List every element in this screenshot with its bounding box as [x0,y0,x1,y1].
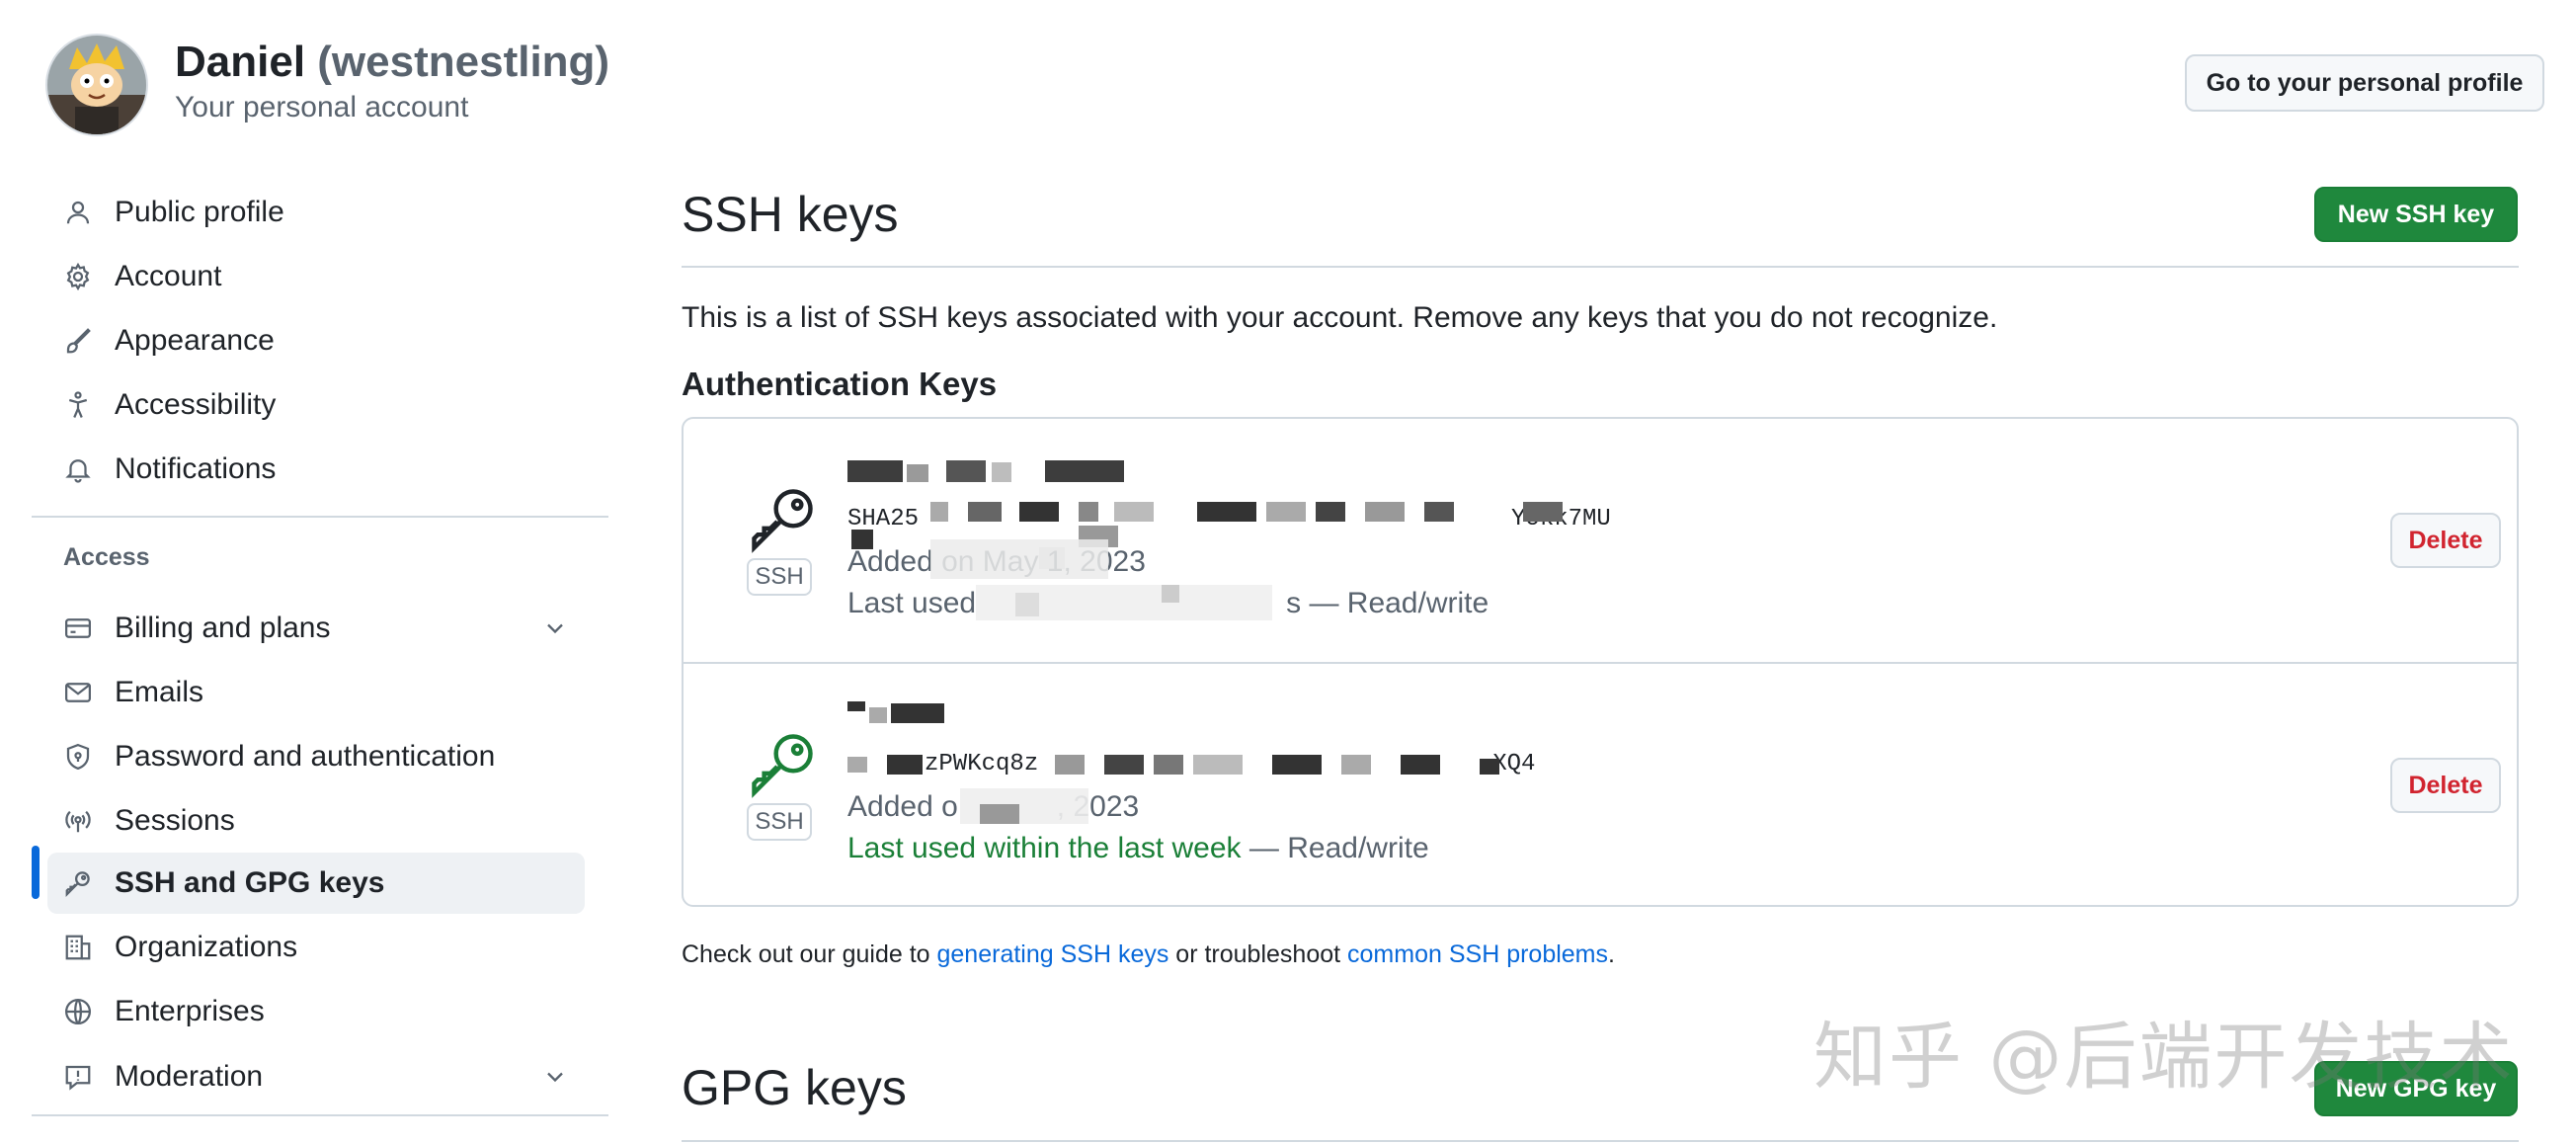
active-indicator [32,846,40,899]
sidebar-item-password[interactable]: Password and authentication [47,726,585,787]
sidebar-item-label: Billing and plans [115,612,331,644]
authentication-keys-heading: Authentication Keys [682,366,998,402]
sidebar-item-appearance[interactable]: Appearance [47,310,585,371]
sidebar-item-label: SSH and GPG keys [115,866,385,899]
key-added-label: Added o [847,790,958,823]
sidebar-item-label: Moderation [115,1060,264,1093]
user-name: Daniel (westnestling) [175,38,609,87]
accessibility-icon [61,388,95,422]
sidebar-item-label: Password and authentication [115,740,496,773]
redacted-added-date [960,788,1098,828]
guide-suffix: . [1608,940,1615,968]
common-ssh-problems-link[interactable]: common SSH problems [1347,940,1608,968]
generating-ssh-keys-link[interactable]: generating SSH keys [937,940,1169,968]
section-divider [682,266,2519,268]
key-last-used: Last used within the last week — Read/wr… [847,832,1429,865]
sidebar-item-label: Appearance [115,324,275,357]
ssh-keys-title: SSH keys [682,187,899,242]
gpg-keys-title: GPG keys [682,1060,907,1115]
person-icon [61,196,95,229]
sidebar-item-sessions[interactable]: Sessions [47,790,585,852]
sidebar-item-label: Emails [115,676,204,708]
sidebar-item-moderation[interactable]: Moderation [47,1046,585,1107]
key-fingerprint-visible: SHA25 [847,506,920,532]
sidebar-item-label: Sessions [115,804,235,837]
key-icon [752,734,813,798]
user-handle: (westnestling) [317,38,610,86]
ssh-badge: SSH [747,803,812,841]
sidebar-item-label: Account [115,260,222,292]
sidebar-item-enterprises[interactable]: Enterprises [47,981,585,1042]
key-last-used-label: Last used within the last week [847,832,1242,864]
ssh-key-row: SSH zPWKcq8z XQ4 Added o, 2023 Last used… [684,662,2517,907]
gear-icon [61,260,95,293]
bell-icon [61,452,95,486]
go-to-profile-button[interactable]: Go to your personal profile [2185,54,2544,112]
ssh-badge: SSH [747,558,812,596]
organization-icon [61,931,95,964]
delete-key-button[interactable]: Delete [2390,513,2501,568]
chevron-down-icon[interactable] [541,614,569,642]
redacted-fingerprint [847,753,1519,782]
sidebar-item-label: Enterprises [115,995,265,1027]
broadcast-icon [61,804,95,838]
sidebar-divider [32,516,608,518]
paintbrush-icon [61,324,95,358]
key-icon [752,489,813,553]
redacted-added-date [930,539,1128,579]
new-ssh-key-button[interactable]: New SSH key [2314,187,2518,242]
sidebar-item-billing[interactable]: Billing and plans [47,598,585,659]
guide-middle: or troubleshoot [1168,940,1348,968]
avatar[interactable] [45,34,148,136]
sidebar-item-ssh-gpg-keys[interactable]: SSH and GPG keys [47,853,585,914]
delete-key-button[interactable]: Delete [2390,758,2501,813]
chevron-down-icon[interactable] [541,1063,569,1091]
sidebar-heading-access: Access [63,543,150,571]
key-access-level: — Read/write [1248,832,1429,864]
report-icon [61,1060,95,1094]
section-divider [682,1140,2519,1142]
sidebar-item-accessibility[interactable]: Accessibility [47,374,585,436]
redacted-last-used [976,585,1292,624]
sidebar-item-label: Accessibility [115,388,277,421]
sidebar-item-label: Notifications [115,452,277,485]
ssh-guide-text: Check out our guide to generating SSH ke… [682,940,1615,969]
redacted-key-title [847,460,1134,486]
redacted-key-title [847,701,946,727]
credit-card-icon [61,612,95,645]
sidebar-item-notifications[interactable]: Notifications [47,439,585,500]
guide-prefix: Check out our guide to [682,940,937,968]
shield-lock-icon [61,740,95,774]
sidebar-item-organizations[interactable]: Organizations [47,917,585,978]
mail-icon [61,676,95,709]
ssh-description: This is a list of SSH keys associated wi… [682,301,1998,334]
globe-icon [61,995,95,1028]
sidebar-divider [32,1114,608,1116]
watermark-text: 知乎 @后端开发技术 [1813,1015,2515,1100]
ssh-keys-list: SSH SHA25Yokk7MU Added on M [682,417,2519,907]
sidebar-item-emails[interactable]: Emails [47,662,585,723]
key-last-used-label: Last used [847,587,977,619]
account-type-label: Your personal account [175,91,469,123]
sidebar-item-label: Public profile [115,196,284,228]
sidebar-item-label: Organizations [115,931,298,963]
sidebar-item-public-profile[interactable]: Public profile [47,182,585,243]
sidebar-item-account[interactable]: Account [47,246,585,307]
key-icon [61,866,95,900]
key-access-level: — Read/write [1309,587,1489,619]
user-display-name: Daniel [175,38,306,86]
ssh-key-row: SSH SHA25Yokk7MU Added on M [684,419,2517,662]
